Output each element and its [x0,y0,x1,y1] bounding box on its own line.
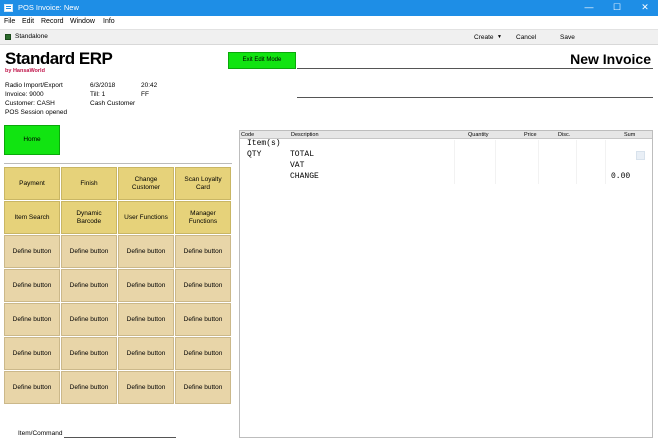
column-divider [454,140,455,184]
pos-button-grid: Payment Finish Change Customer Scan Loyalty… [4,167,233,404]
scan-loyalty-card-button[interactable]: Scan Loyalty Card [175,167,231,200]
chevron-down-icon[interactable]: ▼ [497,34,502,40]
menu-info[interactable]: Info [103,18,115,25]
receipt-items: Item(s) [247,139,281,148]
close-icon[interactable]: ✕ [632,0,658,16]
define-button[interactable]: Define button [4,303,60,336]
item-command-label: Item/Command [18,430,63,437]
define-button[interactable]: Define button [61,371,117,404]
define-button[interactable]: Define button [175,269,231,302]
define-button[interactable]: Define button [118,337,174,370]
define-button[interactable]: Define button [4,235,60,268]
customer-name: Cash Customer [90,100,136,107]
toolbar: Standalone Create ▼ Cancel Save [0,29,658,45]
home-button[interactable]: Home [4,125,60,155]
change-customer-button[interactable]: Change Customer [118,167,174,200]
standalone-label: Standalone [15,33,48,40]
customer-code: Customer: CASH [5,100,55,107]
session-status: POS Session opened [5,109,68,116]
define-button[interactable]: Define button [61,303,117,336]
title-bar: POS Invoice: New — ☐ ✕ [0,0,658,16]
payment-button[interactable]: Payment [4,167,60,200]
header-divider [297,68,653,69]
define-button[interactable]: Define button [118,235,174,268]
ff-label: FF [141,91,149,98]
define-button[interactable]: Define button [175,371,231,404]
define-button[interactable]: Define button [175,235,231,268]
item-command-input[interactable] [64,437,176,438]
cancel-button[interactable]: Cancel [516,34,536,41]
till-number: Till: 1 [90,91,106,98]
column-divider [495,140,496,184]
window-title: POS Invoice: New [18,3,79,12]
menu-file[interactable]: File [4,18,15,25]
define-button[interactable]: Define button [61,337,117,370]
receipt-change: CHANGE [290,172,319,181]
define-button[interactable]: Define button [118,269,174,302]
define-button[interactable]: Define button [118,371,174,404]
menu-bar: File Edit Record Window Info [0,16,658,28]
page-title: New Invoice [570,51,651,67]
grid-header: Code Description Quantity Price Disc. Su… [240,131,652,139]
exit-edit-mode-button[interactable]: Exit Edit Mode [228,52,296,69]
divider [4,163,232,164]
define-button[interactable]: Define button [61,269,117,302]
define-button[interactable]: Define button [175,303,231,336]
minimize-icon[interactable]: — [576,0,602,16]
define-button[interactable]: Define button [4,337,60,370]
manager-functions-button[interactable]: Manager Functions [175,201,231,234]
dynamic-barcode-button[interactable]: Dynamic Barcode [61,201,117,234]
column-quantity[interactable]: Quantity [468,131,488,139]
maximize-icon[interactable]: ☐ [604,0,630,16]
app-icon [4,4,13,12]
invoice-number: Invoice: 9000 [5,91,44,98]
receipt-vat: VAT [290,161,305,170]
save-button[interactable]: Save [560,34,575,41]
define-button[interactable]: Define button [175,337,231,370]
receipt-total: TOTAL [290,150,315,159]
standalone-icon [5,34,11,40]
logo-subtitle: by HansaWorld [5,68,45,74]
receipt-qty: QTY [247,150,262,159]
define-button[interactable]: Define button [4,371,60,404]
menu-window[interactable]: Window [70,18,95,25]
company-name: Radio Import/Export [5,82,63,89]
define-button[interactable]: Define button [118,303,174,336]
column-disc[interactable]: Disc. [558,131,570,139]
define-button[interactable]: Define button [4,269,60,302]
menu-record[interactable]: Record [41,18,64,25]
finish-button[interactable]: Finish [61,167,117,200]
receipt-change-value: 0.00 [611,172,631,181]
column-divider [605,140,606,184]
menu-edit[interactable]: Edit [22,18,34,25]
invoice-date: 6/3/2018 [90,82,116,89]
column-price[interactable]: Price [524,131,537,139]
user-functions-button[interactable]: User Functions [118,201,174,234]
column-description[interactable]: Description [291,131,319,139]
logo: Standard ERP [5,49,113,68]
item-search-button[interactable]: Item Search [4,201,60,234]
column-divider [538,140,539,184]
column-divider [576,140,577,184]
column-code[interactable]: Code [241,131,254,139]
header-field-line[interactable] [297,97,653,98]
invoice-rows-grid[interactable]: Code Description Quantity Price Disc. Su… [239,130,653,438]
define-button[interactable]: Define button [61,235,117,268]
create-button[interactable]: Create [474,34,494,41]
column-sum[interactable]: Sum [624,131,635,139]
invoice-time: 20:42 [141,82,158,89]
row-scroll-marker [636,151,645,160]
